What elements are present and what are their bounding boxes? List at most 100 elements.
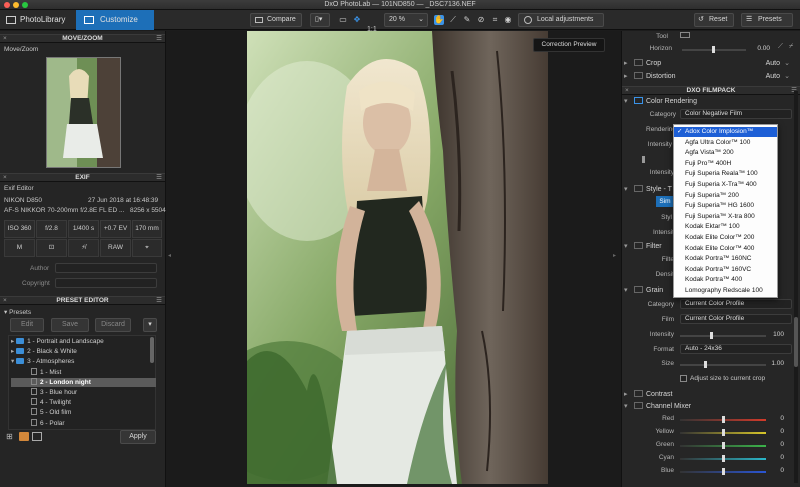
- preset-tree-item[interactable]: ▸ 2 - Black & White: [11, 347, 156, 356]
- panel-menu-icon[interactable]: ☰: [156, 35, 162, 43]
- level-icon[interactable]: ⟋: [778, 43, 786, 53]
- presets-toggle[interactable]: ▾ Presets: [4, 308, 31, 316]
- channel-slider[interactable]: [680, 455, 766, 462]
- discard-preset-button[interactable]: Discard: [95, 318, 131, 332]
- channel-value[interactable]: 0: [768, 415, 784, 422]
- tab-customize[interactable]: Customize: [76, 10, 154, 30]
- move-icon[interactable]: ✥: [352, 15, 362, 25]
- grain-intensity-slider[interactable]: [680, 332, 766, 339]
- grain-size-value[interactable]: 1.00: [766, 360, 784, 367]
- filmpack-panel-header[interactable]: × DXO FILMPACK ☰: [622, 86, 800, 95]
- folder-icon[interactable]: [19, 432, 29, 441]
- exif-editor-link[interactable]: Exif Editor: [4, 185, 34, 192]
- preset-tree-item[interactable]: ▸ 1 - Portrait and Landscape: [11, 337, 156, 346]
- channel-slider[interactable]: [680, 442, 766, 449]
- rendering-option[interactable]: Fuji Superia™ X-tra 800: [674, 212, 777, 222]
- rendering-option[interactable]: ✓ Adox Color Implosion™: [674, 127, 777, 138]
- save-preset-button[interactable]: Save: [51, 318, 89, 332]
- rendering-option[interactable]: Fuji Pro™ 400H: [674, 159, 777, 169]
- edit-preset-button[interactable]: Edit: [10, 318, 44, 332]
- channel-slider[interactable]: [680, 429, 766, 436]
- preset-tree-item[interactable]: ▾ 3 - Atmospheres: [11, 357, 156, 366]
- move-zoom-panel-header[interactable]: × MOVE/ZOOM ☰: [0, 34, 165, 43]
- preset-editor-panel-header[interactable]: × PRESET EDITOR ☰: [0, 296, 165, 305]
- preset-tree-item[interactable]: 1 - Mist: [11, 367, 156, 377]
- main-photo[interactable]: [247, 31, 548, 484]
- preset-tree-item[interactable]: 4 - Twilight: [11, 398, 156, 407]
- eyedropper-icon[interactable]: ✎: [462, 15, 472, 25]
- close-icon[interactable]: ×: [3, 297, 7, 305]
- author-field[interactable]: [55, 263, 157, 273]
- view-mode-button[interactable]: ▯▾: [310, 13, 330, 27]
- adjust-size-checkbox[interactable]: [680, 375, 687, 382]
- close-icon[interactable]: ×: [3, 35, 7, 43]
- fit-screen-icon[interactable]: ▭: [338, 15, 348, 25]
- channel-mixer-section[interactable]: ▾ Channel Mixer: [624, 402, 794, 412]
- distortion-section[interactable]: ▸ Distortion Auto ⌄: [624, 72, 794, 82]
- rendering-option[interactable]: Fuji Superia Reala™ 100: [674, 169, 777, 179]
- close-icon[interactable]: ×: [625, 87, 629, 95]
- channel-value[interactable]: 0: [768, 428, 784, 435]
- navigator-thumbnail[interactable]: [46, 57, 121, 168]
- auto-level-icon[interactable]: ⌿: [789, 43, 797, 53]
- rendering-option[interactable]: Kodak Elite Color™ 200: [674, 233, 777, 243]
- rendering-option[interactable]: Agfa Ultra Color™ 100: [674, 138, 777, 148]
- grain-category-select[interactable]: Current Color Profile: [680, 299, 792, 309]
- hand-tool-icon[interactable]: ✋: [434, 15, 444, 25]
- tab-photolibrary[interactable]: PhotoLibrary: [0, 10, 76, 30]
- panel-menu-icon[interactable]: ☰: [156, 174, 162, 182]
- channel-value[interactable]: 0: [768, 454, 784, 461]
- grain-size-slider[interactable]: [680, 361, 766, 368]
- rendering-option[interactable]: Kodak Elite Color™ 400: [674, 244, 777, 254]
- rendering-option[interactable]: Agfa Vista™ 200: [674, 148, 777, 158]
- preset-tree-item[interactable]: 2 - London night: [11, 377, 156, 387]
- straighten-icon[interactable]: ⟋: [448, 15, 458, 25]
- film-select[interactable]: Current Color Profile: [680, 314, 792, 324]
- compare-button[interactable]: Compare: [250, 13, 302, 27]
- contrast-section[interactable]: ▸ Contrast: [624, 390, 794, 400]
- reset-button[interactable]: ↺ Reset: [694, 13, 734, 27]
- right-scrollbar-track[interactable]: [794, 91, 798, 483]
- color-rendering-section[interactable]: ▾ Color Rendering: [624, 97, 794, 107]
- channel-slider[interactable]: [680, 468, 766, 475]
- zoom-select[interactable]: 20 % ⌄: [384, 13, 428, 27]
- eye-icon[interactable]: ◉: [503, 15, 513, 25]
- preset-file-icon[interactable]: [32, 432, 42, 441]
- close-icon[interactable]: ×: [3, 174, 7, 182]
- repair-icon[interactable]: ⊘: [476, 15, 486, 25]
- rendering-option[interactable]: Fuji Superia™ 200: [674, 191, 777, 201]
- category-select[interactable]: Color Negative Film: [680, 109, 792, 119]
- horizon-slider[interactable]: [682, 46, 746, 53]
- channel-slider[interactable]: [680, 416, 766, 423]
- rendering-option[interactable]: Lomography Redscale 100: [674, 286, 777, 296]
- local-adjustments-button[interactable]: Local adjustments: [518, 13, 604, 27]
- rendering-slider-knob[interactable]: [642, 156, 645, 163]
- crop-icon[interactable]: ⌗: [490, 15, 500, 25]
- preset-tree-item[interactable]: 6 - Polar: [11, 418, 156, 428]
- horizon-value[interactable]: 0.00: [750, 45, 770, 52]
- panel-menu-icon[interactable]: ☰: [156, 297, 162, 305]
- preset-tree-item[interactable]: 5 - Old film: [11, 408, 156, 417]
- exif-panel-header[interactable]: × EXIF ☰: [0, 173, 165, 182]
- format-select[interactable]: Auto - 24x36: [680, 344, 792, 354]
- rendering-option[interactable]: Kodak Portra™ 160VC: [674, 265, 777, 275]
- channel-value[interactable]: 0: [768, 441, 784, 448]
- new-preset-icon[interactable]: ⊞: [6, 432, 16, 441]
- tool-icon[interactable]: [680, 32, 690, 38]
- rendering-option[interactable]: Fuji Superia™ HG 1600: [674, 201, 777, 211]
- preset-tree-item[interactable]: 3 - Blue hour: [11, 388, 156, 397]
- style-simple-button[interactable]: Sim: [656, 196, 674, 207]
- rendering-dropdown-menu[interactable]: ✓ Adox Color Implosion™ Agfa Ultra Color™ …: [673, 124, 778, 298]
- rendering-option[interactable]: Kodak Ektar™ 100: [674, 222, 777, 232]
- rendering-option[interactable]: Kodak Portra™ 160NC: [674, 254, 777, 264]
- rendering-option[interactable]: Fuji Superia X-Tra™ 400: [674, 180, 777, 190]
- presets-button[interactable]: ☰ Presets: [741, 13, 793, 27]
- collapse-left-icon[interactable]: ◂: [168, 252, 174, 259]
- rendering-option[interactable]: Kodak Portra™ 400: [674, 275, 777, 285]
- preset-menu-button[interactable]: ▾: [143, 318, 157, 332]
- apply-button[interactable]: Apply: [120, 430, 156, 444]
- channel-value[interactable]: 0: [768, 467, 784, 474]
- collapse-right-icon[interactable]: ▸: [613, 252, 619, 259]
- grain-intensity-value[interactable]: 100: [768, 331, 784, 338]
- copyright-field[interactable]: [55, 278, 157, 288]
